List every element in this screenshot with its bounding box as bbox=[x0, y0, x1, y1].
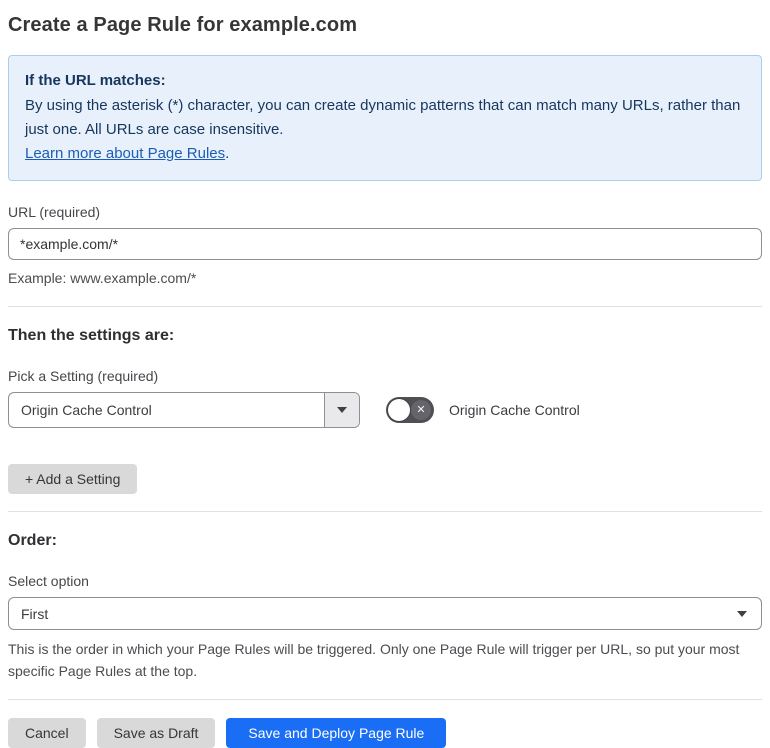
toggle-x-icon: ✕ bbox=[411, 400, 431, 420]
divider bbox=[8, 511, 762, 512]
info-box-body: By using the asterisk (*) character, you… bbox=[25, 97, 741, 138]
info-box-heading: If the URL matches: bbox=[25, 72, 166, 89]
order-select-arrow bbox=[723, 598, 761, 629]
learn-more-link[interactable]: Learn more about Page Rules bbox=[25, 145, 225, 162]
divider bbox=[8, 306, 762, 307]
setting-select-value: Origin Cache Control bbox=[21, 402, 152, 418]
page-title: Create a Page Rule for example.com bbox=[8, 14, 358, 36]
chevron-down-icon bbox=[337, 407, 347, 413]
order-select-label: Select option bbox=[8, 573, 89, 589]
save-and-deploy-button[interactable]: Save and Deploy Page Rule bbox=[226, 718, 447, 748]
order-section-heading: Order: bbox=[8, 532, 57, 549]
pick-setting-label: Pick a Setting (required) bbox=[8, 368, 159, 384]
divider bbox=[8, 699, 762, 700]
order-select-value: First bbox=[21, 605, 49, 622]
settings-section-heading: Then the settings are: bbox=[8, 327, 175, 344]
url-example-helper: Example: www.example.com/* bbox=[8, 270, 197, 286]
toggle-knob bbox=[388, 399, 410, 421]
cancel-button[interactable]: Cancel bbox=[8, 718, 86, 748]
save-as-draft-button[interactable]: Save as Draft bbox=[96, 718, 216, 748]
add-setting-button[interactable]: + Add a Setting bbox=[8, 464, 138, 494]
setting-select[interactable]: Origin Cache Control bbox=[8, 392, 360, 428]
link-suffix: . bbox=[225, 145, 230, 162]
origin-cache-control-toggle[interactable]: ✕ bbox=[386, 397, 434, 423]
chevron-down-icon bbox=[737, 610, 747, 617]
url-input[interactable] bbox=[8, 228, 762, 260]
url-field-label: URL (required) bbox=[8, 204, 101, 220]
setting-row: Origin Cache Control ✕ Origin Cache Cont… bbox=[8, 392, 762, 428]
info-box-link-row: Learn more about Page Rules. bbox=[25, 142, 745, 166]
url-match-info-box: If the URL matches: By using the asteris… bbox=[8, 55, 762, 181]
footer-actions: Cancel Save as Draft Save and Deploy Pag… bbox=[8, 718, 762, 748]
toggle-label: Origin Cache Control bbox=[449, 402, 580, 418]
order-helper-text: This is the order in which your Page Rul… bbox=[8, 641, 740, 679]
setting-select-arrow-button[interactable] bbox=[324, 393, 359, 427]
order-select[interactable]: First bbox=[8, 597, 762, 630]
